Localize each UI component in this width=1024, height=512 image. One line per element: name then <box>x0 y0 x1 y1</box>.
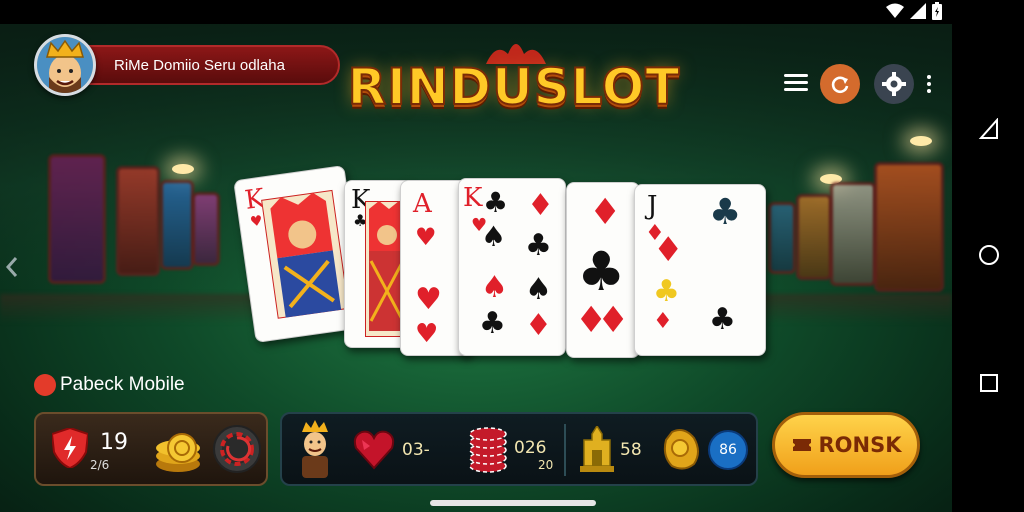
trophy-value: 58 <box>620 440 642 460</box>
roulette-chip-icon <box>213 425 261 473</box>
heart-gem-icon <box>353 430 395 470</box>
gear-icon <box>882 72 906 96</box>
club-icon: ♣ <box>709 192 742 233</box>
diamond-icon: ♦ <box>525 308 552 343</box>
playing-card[interactable]: J ♦ ♦ ♣ ♣ ♦ ♣ <box>634 184 766 356</box>
more-options-button[interactable] <box>924 72 934 98</box>
poker-chips-icon <box>469 427 507 473</box>
home-circle-icon[interactable] <box>978 244 1000 266</box>
slot-machine <box>116 166 160 276</box>
slot-machine <box>48 154 106 284</box>
slot-machine <box>192 192 220 266</box>
badge-value: 86 <box>719 442 737 458</box>
heart-icon: ♥ <box>415 282 442 317</box>
slot-machine <box>160 180 194 270</box>
club-icon: ♣ <box>483 186 509 219</box>
player-name-pill[interactable]: RiMe Domiio Seru odlaha <box>78 45 340 85</box>
king-face-art <box>261 189 350 319</box>
diamond-icon: ♦ <box>597 300 630 341</box>
club-icon: ♣ <box>525 228 552 263</box>
stats-panel: 03- 026 20 58 86 <box>280 412 758 486</box>
ceiling-lamp <box>172 164 194 174</box>
home-indicator[interactable] <box>430 500 596 506</box>
level-value: 19 <box>100 430 128 455</box>
king-avatar-icon <box>37 37 93 93</box>
trophy-tower-icon <box>580 426 614 472</box>
brand-logo-icon <box>34 374 56 396</box>
diamond-icon: ♦ <box>653 309 673 334</box>
diamond-icon: ♦ <box>589 192 622 233</box>
chips-sub-value: 20 <box>538 458 554 472</box>
signal-icon <box>910 3 926 19</box>
slot-machine <box>830 182 876 286</box>
slot-machine <box>874 162 944 292</box>
level-progress: 2/6 <box>90 458 110 472</box>
heart-icon: ♥ <box>249 212 264 231</box>
refresh-button[interactable] <box>820 64 860 104</box>
club-icon: ♣ <box>479 306 506 341</box>
shield-icon <box>52 428 88 468</box>
back-triangle-icon[interactable] <box>978 118 1000 140</box>
navigation-bar <box>952 0 1024 512</box>
more-vert-icon <box>927 75 931 79</box>
avatar[interactable] <box>34 34 96 96</box>
ticket-icon <box>792 439 811 451</box>
coin-stack-icon <box>156 433 200 472</box>
divider <box>564 424 566 476</box>
spade-icon: ♠ <box>525 272 552 307</box>
chips-value: 026 <box>514 438 547 458</box>
menu-button[interactable] <box>782 70 810 98</box>
wifi-icon <box>886 3 904 18</box>
hamburger-icon <box>784 74 808 77</box>
previous-arrow-button[interactable] <box>4 252 20 282</box>
heart-icon: ♥ <box>415 223 437 251</box>
status-bar <box>0 0 952 24</box>
refresh-icon <box>831 76 849 94</box>
spade-icon: ♠ <box>481 220 507 253</box>
ceiling-lamp <box>910 136 932 146</box>
playing-card[interactable]: ♦ ♣ ♦ ♦ <box>566 182 640 358</box>
king-character-icon <box>302 420 328 478</box>
hearts-value: 03- <box>402 440 430 460</box>
brand-label: Pabeck Mobile <box>34 374 185 396</box>
club-icon: ♣ <box>653 274 680 309</box>
settings-button[interactable] <box>874 64 914 104</box>
chevron-left-icon <box>5 257 18 277</box>
count-badge: 86 <box>708 430 748 470</box>
gold-nugget-icon <box>663 429 699 470</box>
slot-machine <box>768 202 796 274</box>
recents-square-icon[interactable] <box>978 372 1000 394</box>
player-name: RiMe Domiio Seru odlaha <box>114 56 285 74</box>
bonus-button[interactable]: RONSK <box>772 412 920 478</box>
slot-machine <box>796 194 832 280</box>
logo-text: RINDUSLOT <box>347 57 681 117</box>
club-icon: ♣ <box>577 240 626 303</box>
playing-card[interactable]: K ♣ ♦ ♥ ♠ ♣ ♠ ♠ ♣ ♦ <box>458 178 566 356</box>
game-screen: RiMe Domiio Seru odlaha RINDUSLOT K ♥ K … <box>0 24 952 512</box>
club-icon: ♣ <box>709 302 736 337</box>
spade-icon: ♠ <box>481 270 508 305</box>
diamond-icon: ♦ <box>527 188 554 223</box>
heart-icon: ♥ <box>415 319 439 349</box>
player-profile[interactable]: RiMe Domiio Seru odlaha <box>34 34 340 96</box>
player-level-panel[interactable]: 19 2/6 <box>34 412 268 486</box>
diamond-icon: ♦ <box>653 230 684 270</box>
battery-icon <box>932 2 942 20</box>
game-logo: RINDUSLOT <box>346 44 682 132</box>
